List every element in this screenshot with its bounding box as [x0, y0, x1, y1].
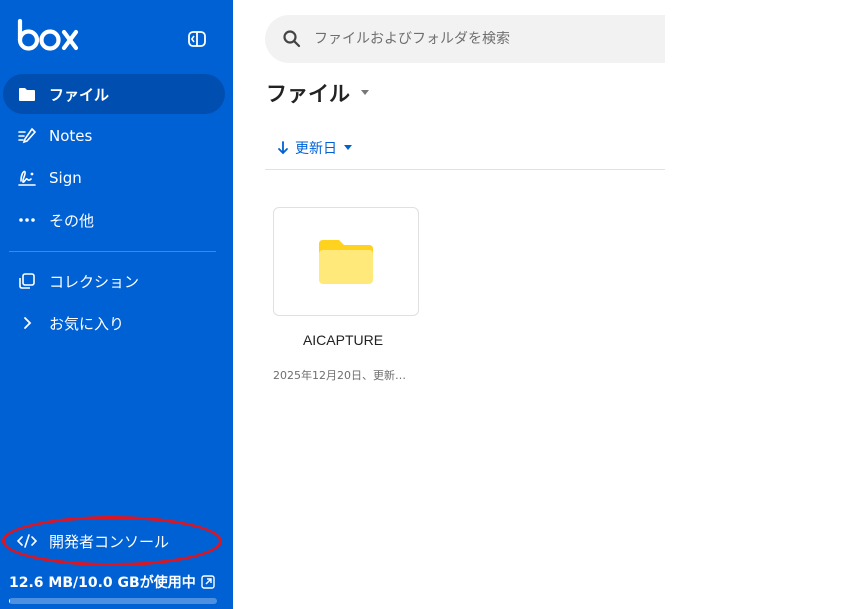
storage-usage[interactable]: 12.6 MB/10.0 GBが使用中	[9, 572, 215, 592]
sort-dropdown[interactable]: 更新日	[277, 138, 353, 158]
page-title[interactable]: ファイル	[266, 78, 370, 108]
folder-icon	[319, 239, 373, 284]
search-input[interactable]	[314, 31, 644, 47]
external-link-icon	[201, 575, 215, 589]
caret-down-icon	[344, 145, 352, 150]
arrow-down-icon	[278, 141, 288, 155]
folder-meta: 2025年12月20日、更新…	[273, 369, 406, 382]
sidebar-item-files[interactable]: ファイル	[3, 74, 225, 114]
sidebar-item-sign[interactable]: Sign	[0, 158, 225, 198]
sidebar-item-label: コレクション	[49, 272, 140, 291]
chevron-right-icon	[17, 313, 37, 333]
folder-name[interactable]: AICAPTURE	[273, 332, 413, 348]
sidebar-item-label: お気に入り	[49, 314, 125, 333]
storage-progress-fill	[9, 598, 11, 604]
sidebar-item-favorites[interactable]: お気に入り	[0, 303, 225, 343]
caret-down-icon	[361, 90, 369, 95]
search-bar[interactable]	[265, 15, 665, 63]
sign-icon	[17, 168, 37, 188]
more-icon	[17, 210, 37, 230]
box-logo[interactable]	[17, 18, 79, 52]
search-icon	[283, 30, 301, 48]
sidebar-item-label: Notes	[49, 127, 93, 145]
page-title-text: ファイル	[266, 82, 350, 106]
collapse-sidebar-icon[interactable]	[187, 30, 207, 48]
sidebar-item-collections[interactable]: コレクション	[0, 261, 225, 301]
folder-card[interactable]	[273, 207, 419, 316]
sidebar-item-notes[interactable]: Notes	[0, 116, 225, 156]
sidebar-item-label: その他	[49, 211, 95, 230]
sort-label: 更新日	[295, 141, 337, 157]
notes-icon	[17, 126, 37, 146]
storage-label: 12.6 MB/10.0 GBが使用中	[9, 575, 196, 591]
sidebar-item-label: ファイル	[49, 85, 110, 104]
developer-console-label: 開発者コンソール	[49, 532, 170, 551]
code-icon	[17, 531, 37, 551]
content-divider	[265, 169, 665, 170]
developer-console-link[interactable]: 開発者コンソール	[0, 522, 225, 560]
sidebar-item-more[interactable]: その他	[0, 200, 225, 240]
sidebar-item-label: Sign	[49, 169, 82, 187]
sidebar: ファイル Notes Sign その他 コレクション お気に入り 開発者コンソー…	[0, 0, 233, 609]
folder-icon	[17, 84, 37, 104]
sidebar-divider	[9, 251, 216, 252]
collections-icon	[17, 271, 37, 291]
storage-progress-bar	[9, 598, 217, 604]
